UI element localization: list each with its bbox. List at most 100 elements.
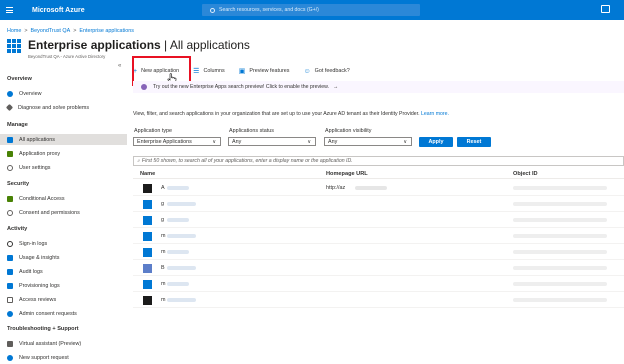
sidebar-item-label: New support request <box>19 354 69 361</box>
learn-more-link[interactable]: Learn more. <box>421 111 449 117</box>
sidebar-section-security: Security <box>7 181 30 187</box>
status-select[interactable]: Any ∨ <box>228 137 316 146</box>
menu-icon[interactable] <box>0 0 18 20</box>
app-name[interactable]: A <box>161 185 165 191</box>
redacted-object-id <box>513 282 607 286</box>
sidebar-item-admin-consent[interactable]: Admin consent requests <box>0 308 127 319</box>
gear-icon <box>7 164 13 171</box>
redacted-name <box>167 186 189 190</box>
sidebar-item-overview[interactable]: Overview <box>0 88 127 99</box>
app-icon <box>143 264 152 273</box>
table-row[interactable]: m <box>133 244 624 260</box>
app-search-input[interactable]: ⌕ First 50 shown, to search all of your … <box>133 156 624 166</box>
visibility-select[interactable]: Any ∨ <box>324 137 412 146</box>
sidebar-item-virtual-assistant[interactable]: Virtual assistant (Preview) <box>0 338 127 349</box>
sidebar-section-activity: Activity <box>7 226 28 232</box>
breadcrumb-home[interactable]: Home <box>7 28 21 34</box>
search-placeholder: Search resources, services, and docs (G+… <box>219 7 319 13</box>
sidebar-item-application-proxy[interactable]: Application proxy <box>0 148 127 159</box>
feedback-icon: ☺ <box>303 67 311 75</box>
table-row[interactable]: m <box>133 276 624 292</box>
redacted-name <box>167 218 189 222</box>
status-value: Any <box>232 138 242 145</box>
arrow-right-icon: → <box>332 84 339 90</box>
gear-icon <box>7 209 13 216</box>
sidebar-item-sign-in-logs[interactable]: Sign-in logs <box>0 238 127 249</box>
sidebar-item-label: Diagnose and solve problems <box>18 104 90 111</box>
sidebar-item-consent-permissions[interactable]: Consent and permissions <box>0 207 127 218</box>
app-name[interactable]: B <box>161 265 165 271</box>
sidebar-item-new-support-request[interactable]: New support request <box>0 352 127 363</box>
breadcrumb: Home > BeyondTrust QA > Enterprise applicati… <box>7 28 134 34</box>
breadcrumb-tenant[interactable]: BeyondTrust QA <box>31 28 71 34</box>
columns-button[interactable]: ☰ Columns <box>193 67 225 75</box>
breadcrumb-current[interactable]: Enterprise applications <box>79 28 134 34</box>
breadcrumb-separator: > <box>73 28 77 34</box>
sidebar-item-access-reviews[interactable]: Access reviews <box>0 294 127 305</box>
chevron-down-icon: ∨ <box>307 139 311 145</box>
preview-banner[interactable]: Try out the new Enterprise Apps search p… <box>133 81 624 93</box>
table-row[interactable]: B <box>133 260 624 276</box>
app-icon <box>143 216 152 225</box>
feedback-button[interactable]: ☺ Got feedback? <box>304 68 350 75</box>
visibility-value: Any <box>328 138 338 145</box>
app-name[interactable]: m <box>161 233 166 239</box>
page-subtitle: BeyondTrust QA - Azure Active Directory <box>28 54 106 59</box>
grid-icon <box>7 136 13 143</box>
column-name[interactable]: Name <box>140 171 155 177</box>
homepage-url: http://az <box>326 185 346 191</box>
access-review-icon <box>7 296 13 303</box>
reset-button[interactable]: Reset <box>457 137 491 147</box>
table-row[interactable]: Ahttp://az <box>133 180 624 196</box>
brand-link[interactable]: Microsoft Azure <box>32 7 85 14</box>
table-row[interactable]: g <box>133 196 624 212</box>
table-header: Name Homepage URL Object ID <box>133 169 624 179</box>
sidebar-item-user-settings[interactable]: User settings <box>0 162 127 173</box>
sidebar-item-diagnose[interactable]: Diagnose and solve problems <box>0 102 127 113</box>
feedback-label: Got feedback? <box>314 68 350 74</box>
apply-button[interactable]: Apply <box>419 137 453 147</box>
cloud-shell-icon[interactable] <box>601 5 610 13</box>
more-actions-button[interactable]: ··· <box>232 41 239 48</box>
column-object-id[interactable]: Object ID <box>513 171 538 177</box>
columns-label: Columns <box>203 68 225 74</box>
redacted-object-id <box>513 218 607 222</box>
app-type-select[interactable]: Enterprise Applications ∨ <box>133 137 221 146</box>
table-row[interactable]: g <box>133 212 624 228</box>
redacted-name <box>167 282 189 286</box>
sidebar-item-label: Admin consent requests <box>19 310 77 317</box>
app-icon <box>143 280 152 289</box>
table-row[interactable]: m <box>133 228 624 244</box>
sign-in-icon <box>7 240 13 247</box>
chart-icon <box>7 254 13 261</box>
sidebar-item-conditional-access[interactable]: Conditional Access <box>0 193 127 204</box>
columns-icon: ☰ <box>193 68 200 75</box>
redacted-name <box>167 250 189 254</box>
app-name[interactable]: g <box>161 201 164 207</box>
app-name[interactable]: g <box>161 217 164 223</box>
sidebar-item-provisioning-logs[interactable]: Provisioning logs <box>0 280 127 291</box>
preview-icon: ▣ <box>238 68 246 75</box>
app-icon <box>143 296 152 305</box>
sidebar-item-audit-logs[interactable]: Audit logs <box>0 266 127 277</box>
global-search-input[interactable]: Search resources, services, and docs (G+… <box>202 4 420 16</box>
sidebar-section-troubleshooting: Troubleshooting + Support <box>7 326 79 332</box>
admin-consent-icon <box>7 310 13 317</box>
sidebar-item-label: Access reviews <box>19 296 57 303</box>
column-homepage-url[interactable]: Homepage URL <box>326 171 368 177</box>
sidebar-item-label: Sign-in logs <box>19 240 48 247</box>
preview-features-button[interactable]: ▣ Preview features <box>239 67 290 75</box>
sidebar-item-usage-insights[interactable]: Usage & insights <box>0 252 127 263</box>
sidebar-item-all-applications[interactable]: All applications <box>0 134 127 145</box>
sidebar-item-label: Usage & insights <box>19 254 60 261</box>
search-icon <box>210 7 215 13</box>
app-icon <box>143 184 152 193</box>
app-name[interactable]: m <box>161 249 166 255</box>
sidebar-item-label: All applications <box>19 136 55 143</box>
sidebar-section-overview: Overview <box>7 76 32 82</box>
app-name[interactable]: m <box>161 297 166 303</box>
intro-body: View, filter, and search applications in… <box>133 111 421 117</box>
table-row[interactable]: m <box>133 292 624 308</box>
app-name[interactable]: m <box>161 281 166 287</box>
sidebar-item-label: User settings <box>19 164 51 171</box>
